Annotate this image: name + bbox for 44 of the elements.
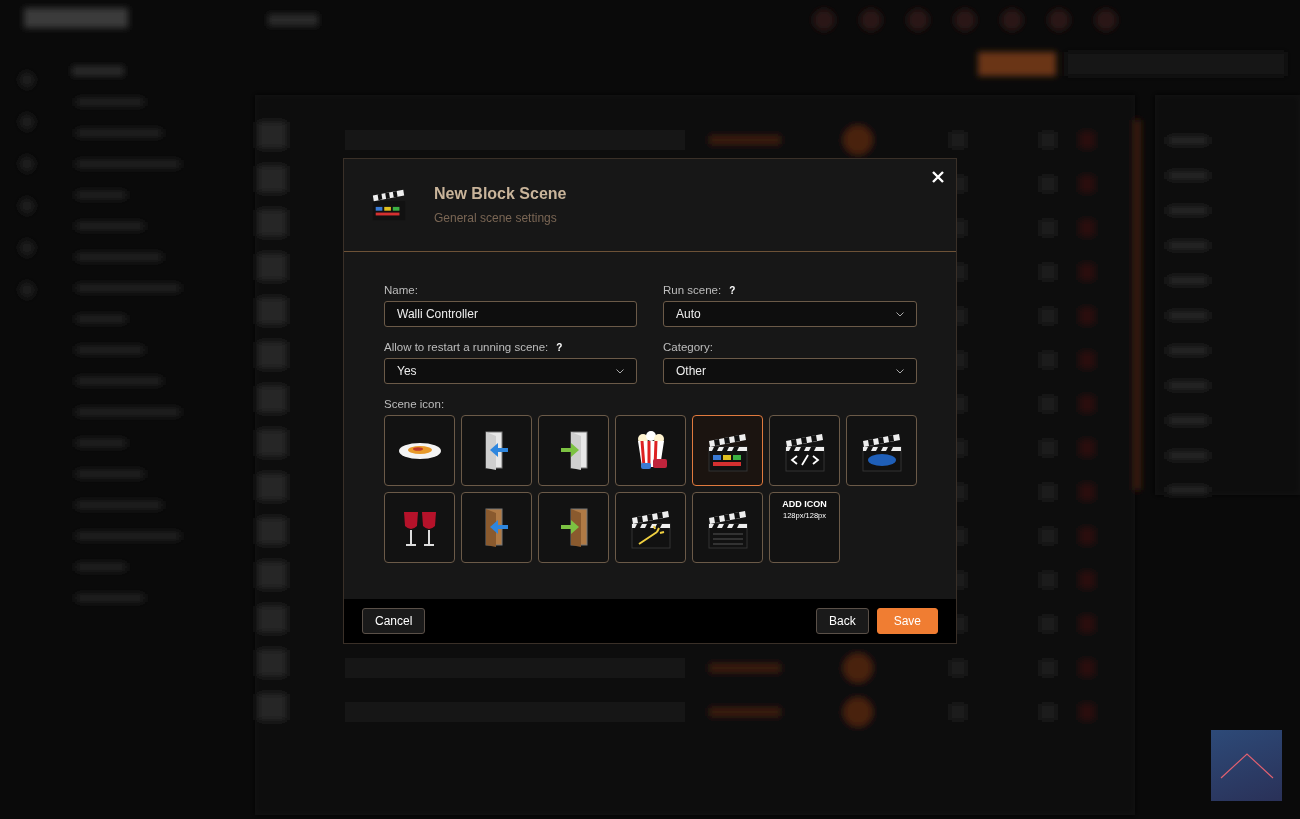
scene-icon-option[interactable]	[615, 415, 686, 486]
scene-icon-option[interactable]	[846, 415, 917, 486]
cancel-button[interactable]: Cancel	[362, 608, 426, 634]
help-mark[interactable]: ?	[556, 341, 563, 353]
dialog-subtitle: General scene settings	[434, 211, 558, 225]
dialog-title: New Block Scene	[434, 185, 568, 203]
scene-icon-option[interactable]	[461, 415, 532, 486]
scene-icon-option[interactable]	[769, 415, 840, 486]
add-icon-title: ADD ICON	[782, 499, 827, 509]
scene-icon-option[interactable]	[615, 492, 686, 563]
door-arrow-icon	[559, 507, 588, 548]
field-label: Scene icon:	[384, 398, 445, 410]
chevron-down-icon	[616, 368, 624, 374]
back-button[interactable]: Back	[815, 608, 869, 634]
blurred-page-title	[268, 14, 318, 26]
dropdown[interactable]: Yes	[384, 358, 637, 384]
blurred-header-icon	[1048, 9, 1070, 31]
field-label: Allow to restart a running scene:	[384, 341, 549, 353]
scene-icon-option[interactable]	[384, 415, 455, 486]
field-label: Run scene:	[663, 284, 722, 296]
blurred-header-icon	[954, 9, 976, 31]
door-arrow-icon	[559, 430, 588, 471]
blurred-header-icon	[860, 9, 882, 31]
dropdown[interactable]: Other	[663, 358, 917, 384]
help-mark[interactable]: ?	[729, 284, 736, 296]
blurred-header-icon	[813, 9, 835, 31]
field-label: Name:	[384, 284, 418, 296]
scene-icon-option[interactable]	[692, 492, 763, 563]
close-button[interactable]	[930, 169, 946, 185]
dropdown[interactable]: Auto	[663, 301, 917, 327]
chevron-down-icon	[896, 368, 904, 374]
blurred-header-icon	[907, 9, 929, 31]
chevron-up-icon	[1219, 752, 1274, 779]
name-input-field[interactable]: Walli Controller	[384, 301, 637, 327]
scene-icon-option[interactable]	[538, 415, 609, 486]
field-label: Category:	[663, 341, 713, 353]
plate-icon	[398, 441, 441, 460]
close-icon	[932, 171, 944, 183]
scene-icon-option[interactable]	[692, 415, 763, 486]
blurred-header-icon	[1095, 9, 1117, 31]
chevron-down-icon	[896, 311, 904, 317]
door-arrow-icon	[484, 507, 509, 548]
door-arrow-icon	[484, 430, 509, 471]
blurred-header-icon	[1001, 9, 1023, 31]
